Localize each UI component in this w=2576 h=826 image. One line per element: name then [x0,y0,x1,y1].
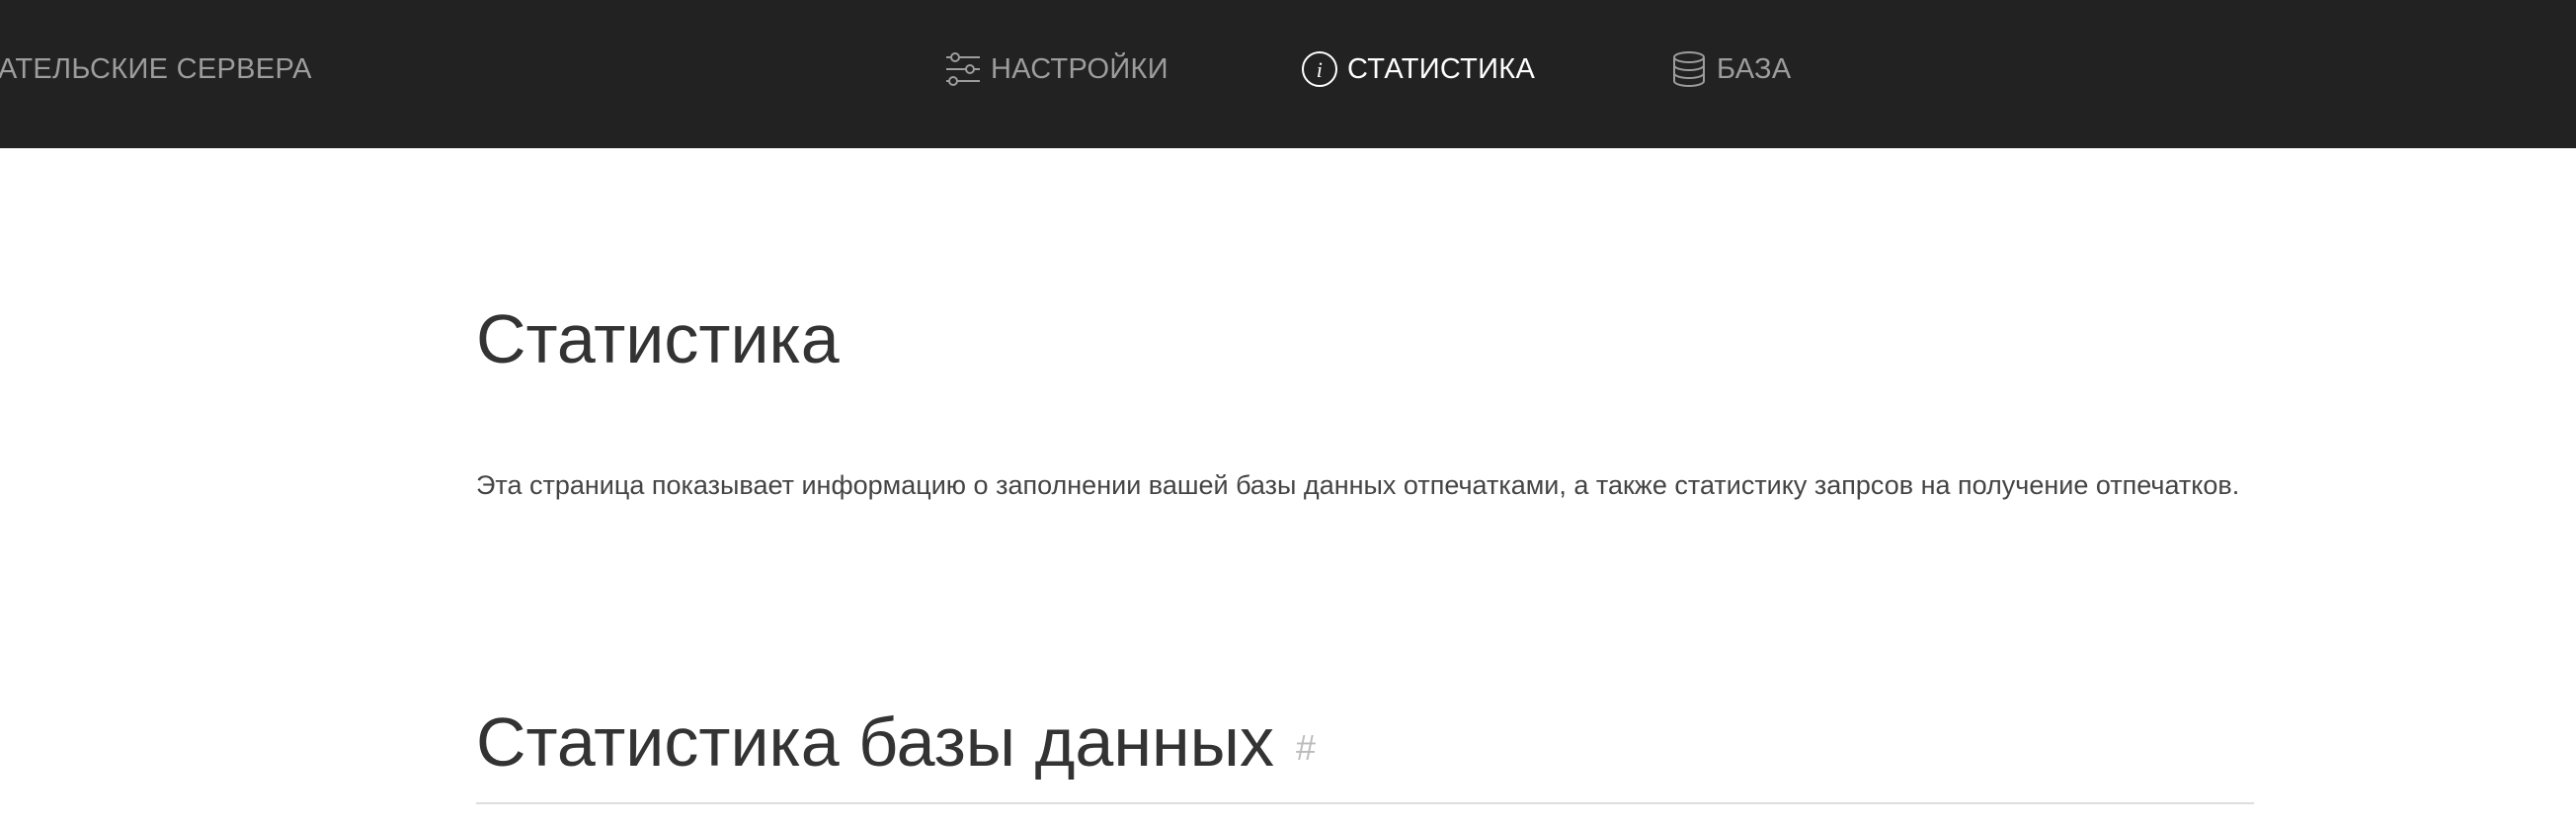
nav-item-settings-label: НАСТРОЙКИ [991,52,1168,85]
nav-item-servers[interactable]: АТЕЛЬСКИЕ СЕРВЕРА [0,0,312,138]
nav-item-stats-label: СТАТИСТИКА [1347,52,1536,85]
page-title: Статистика [476,300,840,377]
database-icon [1669,49,1709,89]
section-divider [476,802,2254,804]
section-anchor-link[interactable]: # [1296,727,1316,768]
nav-item-database-label: БАЗА [1717,52,1792,85]
nav-item-stats[interactable]: i СТАТИСТИКА [1300,0,1535,138]
top-navbar: АТЕЛЬСКИЕ СЕРВЕРА НАСТРОЙКИ i СТАТИСТИКА [0,0,2576,148]
section-title-text: Статистика базы данных [476,703,1274,781]
nav-item-servers-label: АТЕЛЬСКИЕ СЕРВЕРА [0,52,312,85]
nav-item-database[interactable]: БАЗА [1669,0,1791,138]
svg-text:i: i [1317,57,1323,82]
page-intro: Эта страница показывает информацию о зап… [476,470,2240,500]
nav-item-settings[interactable]: НАСТРОЙКИ [943,0,1168,138]
sliders-icon [943,49,983,89]
info-circle-icon: i [1300,49,1339,89]
section-title-database-stats: Статистика базы данных # [476,707,1316,777]
